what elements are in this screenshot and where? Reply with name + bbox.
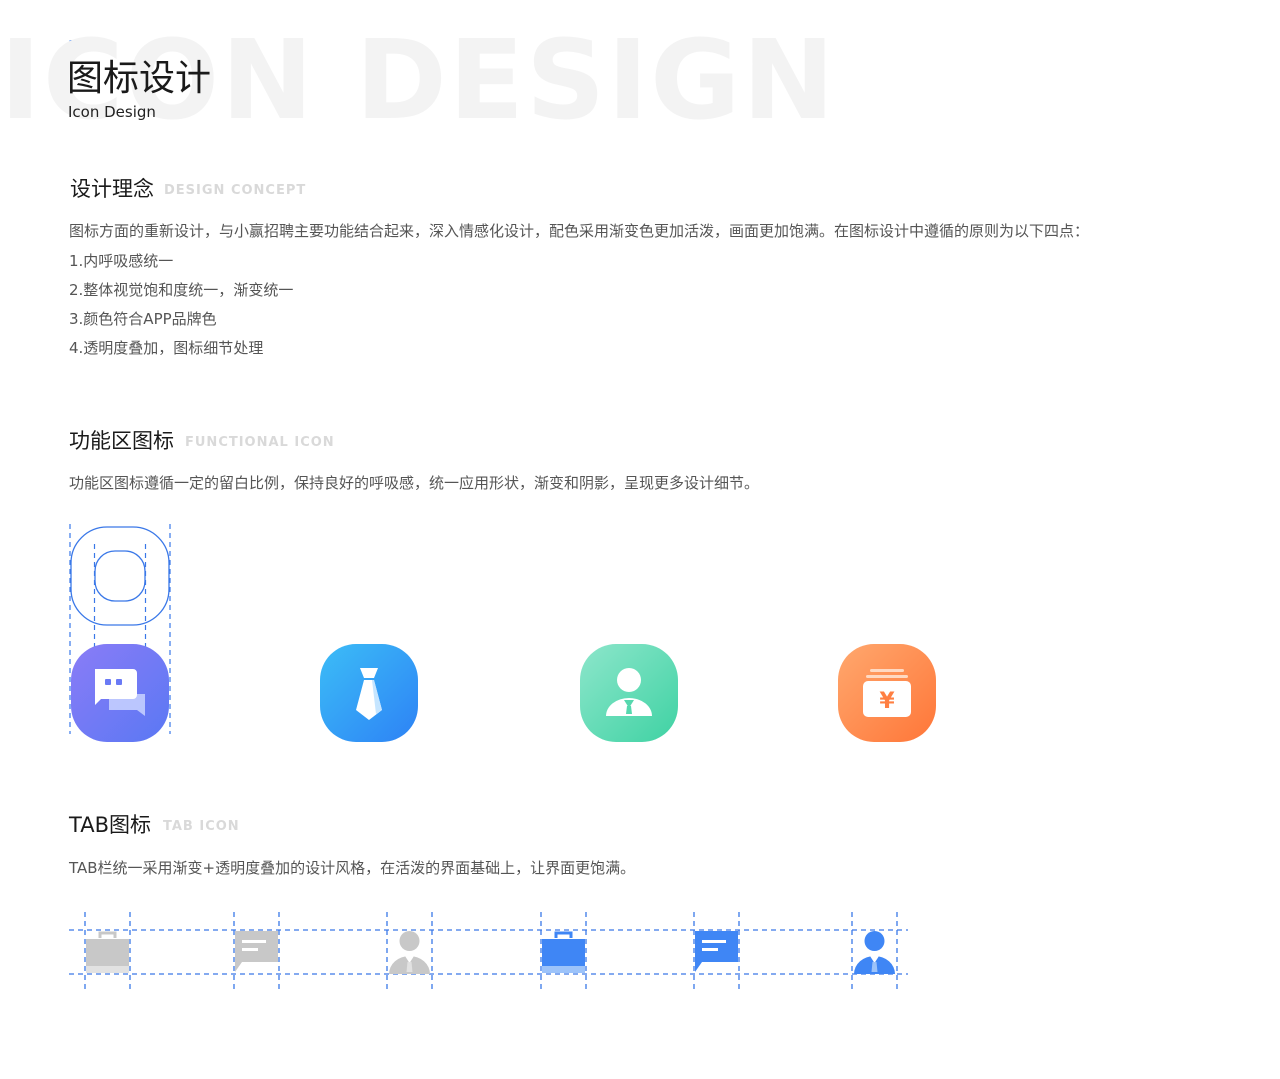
concept-point-3: 3.颜色符合APP品牌色 (69, 310, 217, 328)
tab-tag: TAB ICON (163, 819, 240, 834)
currency-symbol: ¥ (879, 689, 895, 714)
tab-title: TAB图标 (69, 813, 151, 837)
concept-tag: DESIGN CONCEPT (164, 183, 307, 198)
page-subtitle: Icon Design (68, 103, 156, 121)
message-icon (235, 931, 278, 972)
tab-icon-guides (69, 912, 908, 992)
person-icon (389, 931, 430, 974)
concept-point-4: 4.透明度叠加，图标细节处理 (69, 339, 264, 357)
concept-point-2: 2.整体视觉饱和度统一，渐变统一 (69, 281, 294, 299)
briefcase-icon (542, 931, 585, 973)
functional-tag: FUNCTIONAL ICON (185, 435, 335, 450)
briefcase-icon (86, 931, 129, 973)
page-title: 图标设计 (67, 58, 212, 99)
functional-title: 功能区图标 (69, 429, 174, 453)
yuan-wallet-icon: ¥ (838, 644, 936, 742)
person-icon (854, 931, 895, 974)
concept-intro: 图标方面的重新设计，与小赢招聘主要功能结合起来，深入情感化设计，配色采用渐变色更… (69, 222, 1090, 240)
person-icon (580, 644, 678, 742)
necktie-icon (320, 644, 418, 742)
functional-desc: 功能区图标遵循一定的留白比例，保持良好的呼吸感，统一应用形状，渐变和阴影，呈现更… (69, 474, 760, 492)
message-icon (695, 931, 738, 972)
concept-title: 设计理念 (70, 177, 154, 201)
chat-bubbles-icon (71, 644, 169, 742)
concept-point-1: 1.内呼吸感统一 (69, 252, 174, 270)
tab-desc: TAB栏统一采用渐变+透明度叠加的设计风格，在活泼的界面基础上，让界面更饱满。 (69, 859, 636, 877)
